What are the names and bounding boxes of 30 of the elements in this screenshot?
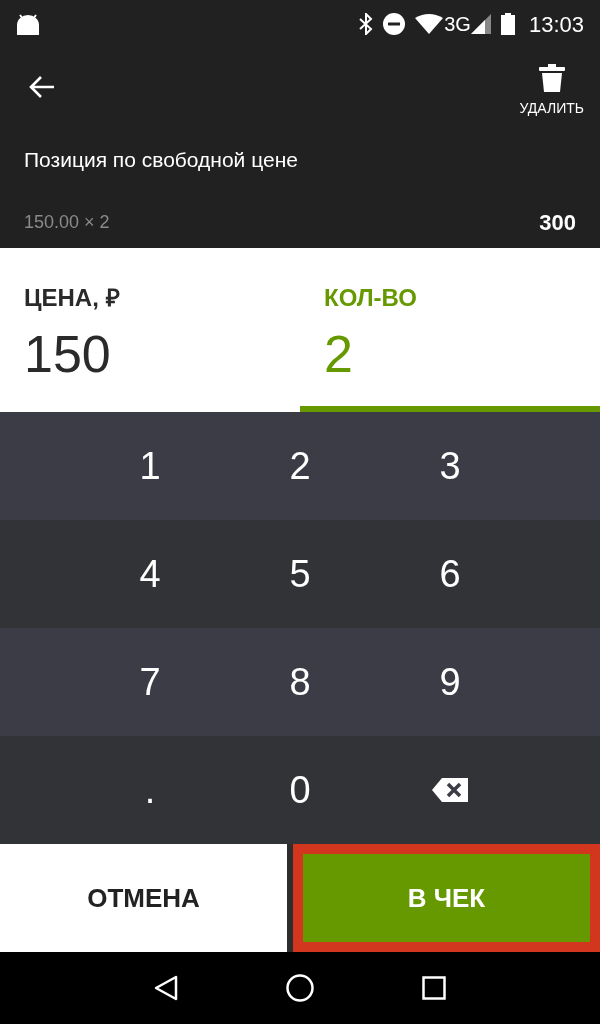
keypad-key[interactable]: 1 (75, 412, 225, 520)
keypad-key[interactable]: 8 (225, 628, 375, 736)
keypad-key[interactable]: 9 (375, 628, 525, 736)
bluetooth-icon (359, 13, 374, 35)
network-type: 3G (444, 12, 471, 37)
back-triangle-icon[interactable] (154, 975, 178, 1001)
overview-square-icon[interactable] (422, 976, 446, 1000)
clock: 13:03 (528, 10, 584, 39)
do-not-disturb-icon (383, 13, 406, 35)
delete-button[interactable]: УДАЛИТЬ (519, 63, 584, 119)
wifi-icon (415, 14, 444, 34)
battery-icon (500, 13, 515, 35)
keypad-key[interactable]: 4 (75, 520, 225, 628)
signal-icon (470, 14, 491, 34)
home-circle-icon[interactable] (286, 974, 314, 1002)
back-arrow-icon (29, 75, 55, 99)
keypad-key[interactable]: 0 (225, 736, 375, 844)
item-title: Позиция по свободной цене (24, 147, 299, 173)
cancel-button[interactable]: ОТМЕНА (0, 844, 287, 952)
android-icon (16, 13, 40, 35)
price-formula: 150.00 × 2 (24, 210, 110, 234)
keypad-key[interactable]: 5 (225, 520, 375, 628)
trash-icon (538, 63, 565, 92)
keypad-key[interactable]: . (75, 736, 225, 844)
backspace-icon (432, 778, 468, 802)
keypad-key[interactable]: 2 (225, 412, 375, 520)
item-total: 300 (539, 208, 576, 237)
keypad-key[interactable]: 6 (375, 520, 525, 628)
keypad-key[interactable]: 7 (75, 628, 225, 736)
keypad-key[interactable]: 3 (375, 412, 525, 520)
